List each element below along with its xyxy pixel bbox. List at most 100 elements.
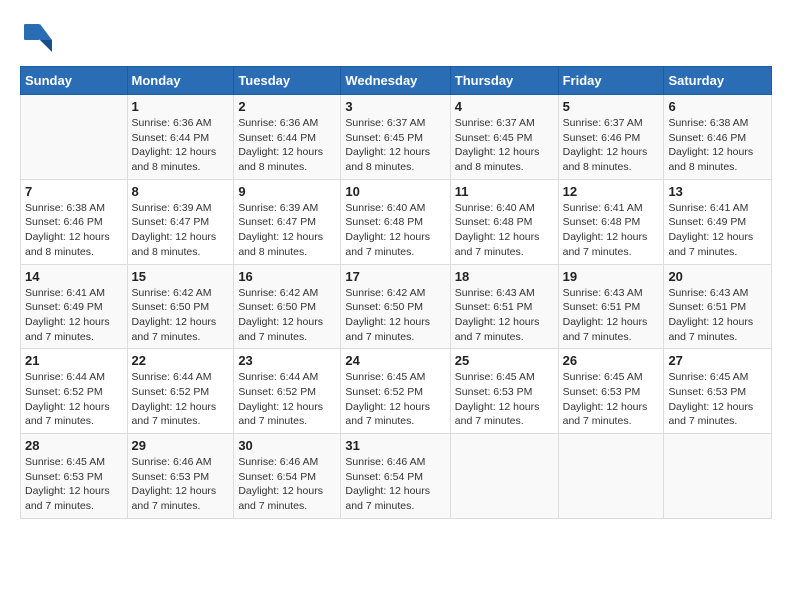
day-info: Sunrise: 6:40 AM Sunset: 6:48 PM Dayligh… (455, 201, 554, 260)
day-info: Sunrise: 6:37 AM Sunset: 6:45 PM Dayligh… (345, 116, 445, 175)
day-cell: 24 Sunrise: 6:45 AM Sunset: 6:52 PM Dayli… (341, 349, 450, 434)
day-number: 28 (25, 438, 123, 453)
day-number: 6 (668, 99, 767, 114)
day-cell: 4Sunrise: 6:37 AM Sunset: 6:45 PM Daylig… (450, 95, 558, 180)
day-info: Sunrise: 6:42 AM Sunset: 6:50 PM Dayligh… (238, 286, 336, 345)
day-info: Sunrise: 6:38 AM Sunset: 6:46 PM Dayligh… (668, 116, 767, 175)
header-cell-friday: Friday (558, 67, 664, 95)
day-info: Sunrise: 6:40 AM Sunset: 6:48 PM Dayligh… (345, 201, 445, 260)
day-cell: 22Sunrise: 6:44 AM Sunset: 6:52 PM Dayli… (127, 349, 234, 434)
week-row: 14Sunrise: 6:41 AM Sunset: 6:49 PM Dayli… (21, 264, 772, 349)
day-number: 15 (132, 269, 230, 284)
day-cell: 9 Sunrise: 6:39 AM Sunset: 6:47 PM Daylig… (234, 179, 341, 264)
day-cell: 2Sunrise: 6:36 AM Sunset: 6:44 PM Daylig… (234, 95, 341, 180)
day-number: 1 (132, 99, 230, 114)
day-info: Sunrise: 6:43 AM Sunset: 6:51 PM Dayligh… (455, 286, 554, 345)
calendar-table: SundayMondayTuesdayWednesdayThursdayFrid… (20, 66, 772, 519)
day-info: Sunrise: 6:46 AM Sunset: 6:54 PM Dayligh… (238, 455, 336, 514)
day-info: Sunrise: 6:46 AM Sunset: 6:54 PM Dayligh… (345, 455, 445, 514)
day-cell: 19 Sunrise: 6:43 AM Sunset: 6:51 PM Dayli… (558, 264, 664, 349)
day-cell: 20Sunrise: 6:43 AM Sunset: 6:51 PM Dayli… (664, 264, 772, 349)
day-info: Sunrise: 6:46 AM Sunset: 6:53 PM Dayligh… (132, 455, 230, 514)
day-cell: 6 Sunrise: 6:38 AM Sunset: 6:46 PM Daylig… (664, 95, 772, 180)
day-number: 2 (238, 99, 336, 114)
day-info: Sunrise: 6:45 AM Sunset: 6:52 PM Dayligh… (345, 370, 445, 429)
day-number: 10 (345, 184, 445, 199)
day-number: 29 (132, 438, 230, 453)
header-cell-thursday: Thursday (450, 67, 558, 95)
day-number: 26 (563, 353, 660, 368)
day-number: 5 (563, 99, 660, 114)
day-info: Sunrise: 6:41 AM Sunset: 6:48 PM Dayligh… (563, 201, 660, 260)
day-number: 19 (563, 269, 660, 284)
day-cell: 15 Sunrise: 6:42 AM Sunset: 6:50 PM Dayli… (127, 264, 234, 349)
day-cell: 10 Sunrise: 6:40 AM Sunset: 6:48 PM Dayli… (341, 179, 450, 264)
day-cell (664, 434, 772, 519)
day-number: 31 (345, 438, 445, 453)
day-info: Sunrise: 6:41 AM Sunset: 6:49 PM Dayligh… (25, 286, 123, 345)
day-cell: 14Sunrise: 6:41 AM Sunset: 6:49 PM Dayli… (21, 264, 128, 349)
header-cell-tuesday: Tuesday (234, 67, 341, 95)
day-info: Sunrise: 6:43 AM Sunset: 6:51 PM Dayligh… (563, 286, 660, 345)
page-header (20, 20, 772, 56)
day-number: 18 (455, 269, 554, 284)
day-number: 16 (238, 269, 336, 284)
day-number: 17 (345, 269, 445, 284)
day-number: 9 (238, 184, 336, 199)
day-cell: 17 Sunrise: 6:42 AM Sunset: 6:50 PM Dayli… (341, 264, 450, 349)
day-info: Sunrise: 6:41 AM Sunset: 6:49 PM Dayligh… (668, 201, 767, 260)
week-row: 1 Sunrise: 6:36 AM Sunset: 6:44 PM Daylig… (21, 95, 772, 180)
week-row: 28Sunrise: 6:45 AM Sunset: 6:53 PM Dayli… (21, 434, 772, 519)
logo (20, 20, 60, 56)
day-cell: 29 Sunrise: 6:46 AM Sunset: 6:53 PM Dayli… (127, 434, 234, 519)
day-info: Sunrise: 6:44 AM Sunset: 6:52 PM Dayligh… (132, 370, 230, 429)
day-number: 3 (345, 99, 445, 114)
day-number: 25 (455, 353, 554, 368)
day-number: 23 (238, 353, 336, 368)
day-cell: 25Sunrise: 6:45 AM Sunset: 6:53 PM Dayli… (450, 349, 558, 434)
header-cell-wednesday: Wednesday (341, 67, 450, 95)
day-cell: 18 Sunrise: 6:43 AM Sunset: 6:51 PM Dayli… (450, 264, 558, 349)
day-cell: 28Sunrise: 6:45 AM Sunset: 6:53 PM Dayli… (21, 434, 128, 519)
day-info: Sunrise: 6:37 AM Sunset: 6:46 PM Dayligh… (563, 116, 660, 175)
day-number: 11 (455, 184, 554, 199)
day-number: 8 (132, 184, 230, 199)
day-number: 20 (668, 269, 767, 284)
day-cell: 12 Sunrise: 6:41 AM Sunset: 6:48 PM Dayli… (558, 179, 664, 264)
calendar-body: 1 Sunrise: 6:36 AM Sunset: 6:44 PM Daylig… (21, 95, 772, 519)
day-cell: 23Sunrise: 6:44 AM Sunset: 6:52 PM Dayli… (234, 349, 341, 434)
day-cell (21, 95, 128, 180)
day-info: Sunrise: 6:37 AM Sunset: 6:45 PM Dayligh… (455, 116, 554, 175)
day-cell: 30 Sunrise: 6:46 AM Sunset: 6:54 PM Dayli… (234, 434, 341, 519)
day-info: Sunrise: 6:42 AM Sunset: 6:50 PM Dayligh… (345, 286, 445, 345)
day-info: Sunrise: 6:39 AM Sunset: 6:47 PM Dayligh… (238, 201, 336, 260)
day-info: Sunrise: 6:42 AM Sunset: 6:50 PM Dayligh… (132, 286, 230, 345)
day-info: Sunrise: 6:44 AM Sunset: 6:52 PM Dayligh… (25, 370, 123, 429)
day-number: 27 (668, 353, 767, 368)
day-cell: 1 Sunrise: 6:36 AM Sunset: 6:44 PM Daylig… (127, 95, 234, 180)
day-cell: 31 Sunrise: 6:46 AM Sunset: 6:54 PM Dayli… (341, 434, 450, 519)
week-row: 7Sunrise: 6:38 AM Sunset: 6:46 PM Daylig… (21, 179, 772, 264)
header-cell-monday: Monday (127, 67, 234, 95)
day-cell: 13 Sunrise: 6:41 AM Sunset: 6:49 PM Dayli… (664, 179, 772, 264)
day-number: 21 (25, 353, 123, 368)
day-cell: 8 Sunrise: 6:39 AM Sunset: 6:47 PM Daylig… (127, 179, 234, 264)
day-cell: 16 Sunrise: 6:42 AM Sunset: 6:50 PM Dayli… (234, 264, 341, 349)
day-cell: 7Sunrise: 6:38 AM Sunset: 6:46 PM Daylig… (21, 179, 128, 264)
header-cell-sunday: Sunday (21, 67, 128, 95)
week-row: 21 Sunrise: 6:44 AM Sunset: 6:52 PM Dayli… (21, 349, 772, 434)
day-number: 13 (668, 184, 767, 199)
day-cell: 11 Sunrise: 6:40 AM Sunset: 6:48 PM Dayli… (450, 179, 558, 264)
day-number: 30 (238, 438, 336, 453)
day-cell: 3 Sunrise: 6:37 AM Sunset: 6:45 PM Daylig… (341, 95, 450, 180)
day-number: 24 (345, 353, 445, 368)
day-info: Sunrise: 6:45 AM Sunset: 6:53 PM Dayligh… (563, 370, 660, 429)
day-info: Sunrise: 6:38 AM Sunset: 6:46 PM Dayligh… (25, 201, 123, 260)
day-number: 12 (563, 184, 660, 199)
day-cell: 21 Sunrise: 6:44 AM Sunset: 6:52 PM Dayli… (21, 349, 128, 434)
day-cell: 26 Sunrise: 6:45 AM Sunset: 6:53 PM Dayli… (558, 349, 664, 434)
logo-icon (20, 20, 56, 56)
day-info: Sunrise: 6:36 AM Sunset: 6:44 PM Dayligh… (132, 116, 230, 175)
day-cell (450, 434, 558, 519)
day-info: Sunrise: 6:39 AM Sunset: 6:47 PM Dayligh… (132, 201, 230, 260)
